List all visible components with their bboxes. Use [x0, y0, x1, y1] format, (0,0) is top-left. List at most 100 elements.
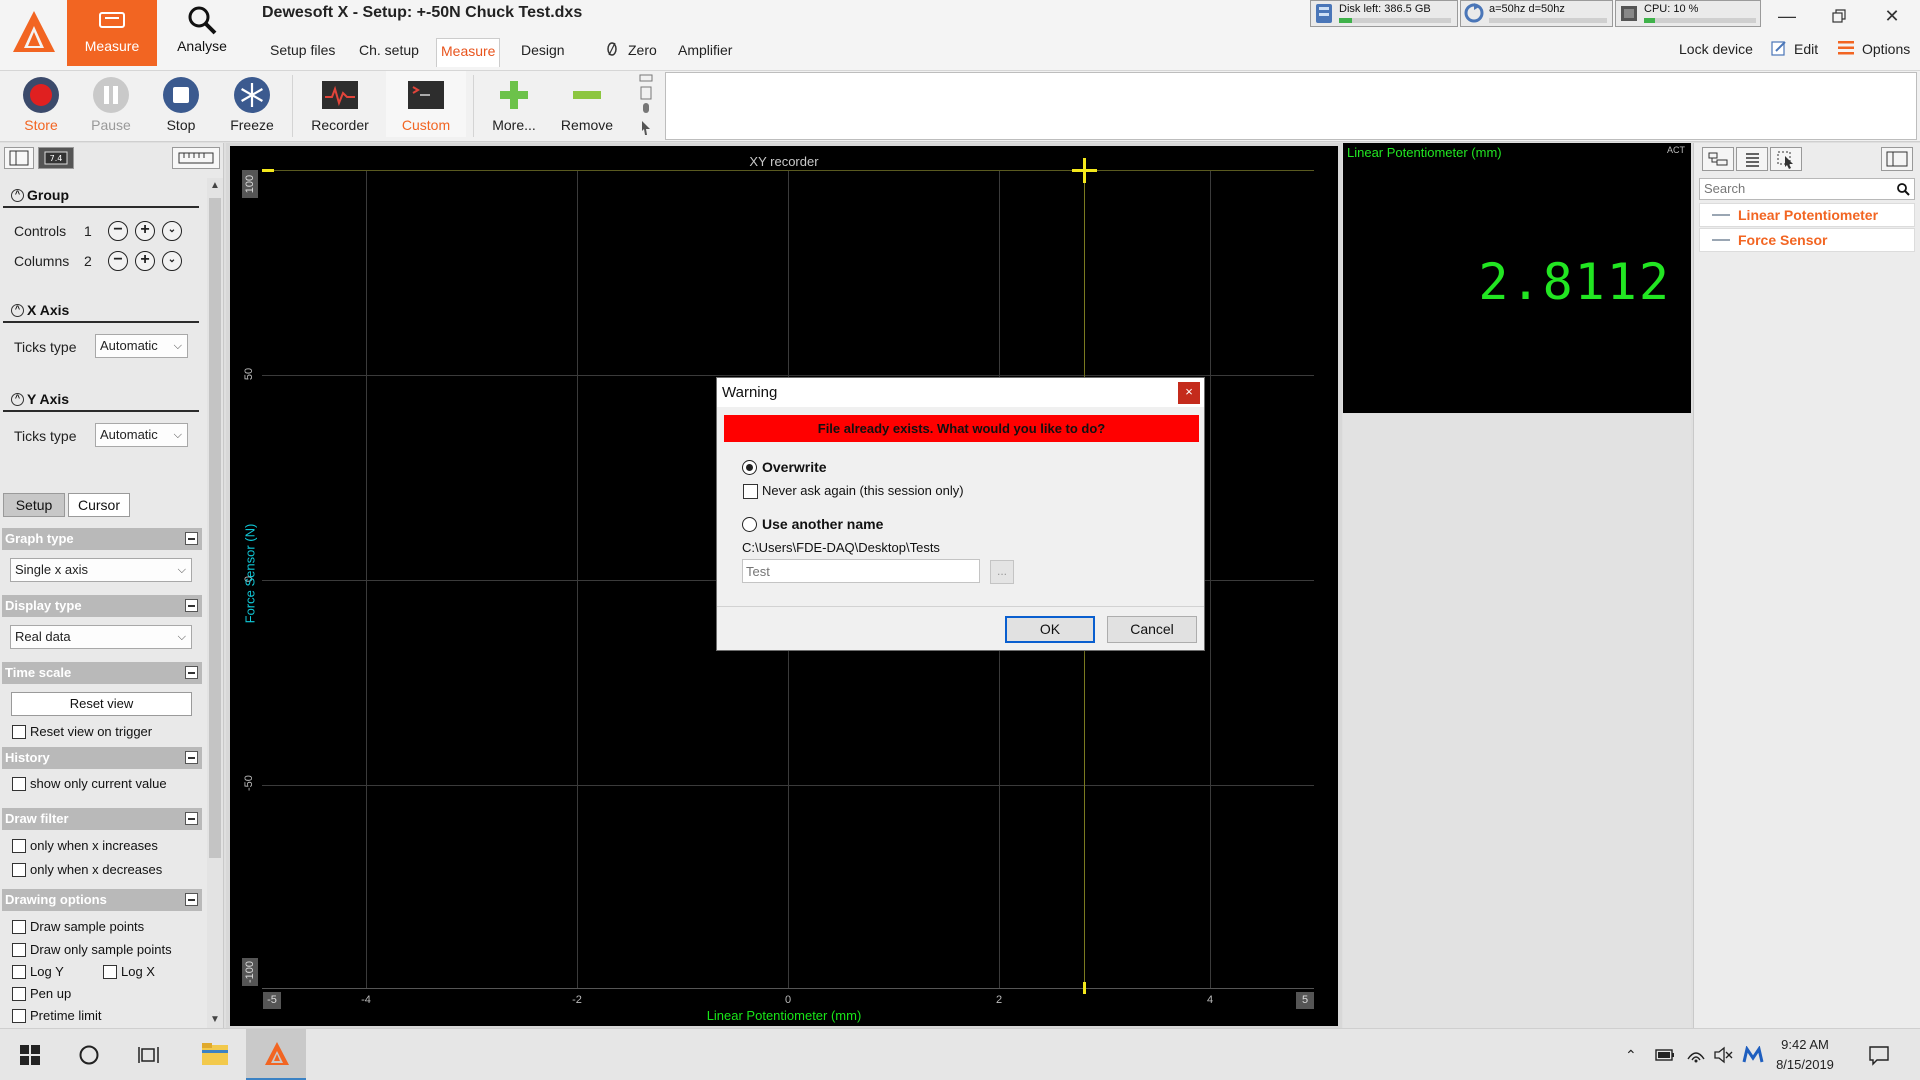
- x-ticks-type-select[interactable]: Automatic ⌵: [95, 334, 188, 358]
- options-button[interactable]: Options: [1862, 41, 1910, 57]
- taskbar-clock[interactable]: 9:42 AM 8/15/2019: [1760, 1035, 1850, 1075]
- wifi-icon[interactable]: [1686, 1045, 1706, 1063]
- columns-increase-button[interactable]: +: [135, 251, 155, 271]
- never-ask-checkbox[interactable]: [743, 484, 758, 499]
- pen-up-checkbox[interactable]: [12, 987, 26, 1001]
- tray-overflow-icon[interactable]: ⌃: [1625, 1047, 1637, 1064]
- dialog-close-button[interactable]: ×: [1178, 382, 1200, 404]
- channel-search-input[interactable]: Search: [1699, 178, 1915, 200]
- y-ticks-type-select[interactable]: Automatic ⌵: [95, 423, 188, 447]
- recorder-button[interactable]: Recorder: [304, 71, 376, 137]
- history-header[interactable]: History: [2, 747, 202, 769]
- analyse-mode-button[interactable]: Analyse: [170, 0, 234, 66]
- scroll-up-icon[interactable]: ▲: [210, 180, 220, 191]
- browse-button[interactable]: ...: [990, 560, 1014, 584]
- sync-icon: [1464, 3, 1484, 23]
- time-scale-header[interactable]: Time scale: [2, 662, 202, 684]
- drawing-options-header[interactable]: Drawing options: [2, 889, 202, 911]
- tab-ch-setup[interactable]: Ch. setup: [355, 41, 423, 63]
- note-tools-icon[interactable]: [638, 73, 654, 139]
- folder-path: C:\Users\FDE-DAQ\Desktop\Tests: [742, 540, 940, 555]
- draw-only-sample-points-checkbox[interactable]: [12, 943, 26, 957]
- close-window-button[interactable]: ✕: [1880, 4, 1904, 28]
- show-current-checkbox[interactable]: [12, 777, 26, 791]
- panel-numeric-button[interactable]: 7.4: [38, 147, 74, 169]
- panel-ruler-button[interactable]: [172, 147, 220, 169]
- channel-panel-toggle[interactable]: [1881, 147, 1913, 171]
- reset-on-trigger-checkbox[interactable]: [12, 725, 26, 739]
- disk-usage-bar: [1339, 18, 1451, 23]
- task-view-button[interactable]: [120, 1029, 178, 1080]
- lock-device-button[interactable]: Lock device: [1679, 41, 1753, 57]
- columns-decrease-button[interactable]: −: [108, 251, 128, 271]
- reset-view-button[interactable]: Reset view: [11, 692, 192, 716]
- volume-muted-icon[interactable]: [1713, 1046, 1733, 1064]
- controls-decrease-button[interactable]: −: [108, 221, 128, 241]
- dewesoft-taskbar-button[interactable]: [246, 1029, 306, 1080]
- tab-measure[interactable]: Measure: [436, 38, 501, 67]
- freeze-button[interactable]: Freeze: [220, 71, 284, 137]
- draw-sample-points-checkbox[interactable]: [12, 920, 26, 934]
- measure-mode-button[interactable]: Measure: [67, 0, 157, 66]
- pause-button[interactable]: Pause: [80, 71, 142, 137]
- draw-filter-header[interactable]: Draw filter: [2, 808, 202, 830]
- cancel-button[interactable]: Cancel: [1107, 616, 1197, 643]
- collapse-icon: ^: [11, 189, 24, 202]
- ok-button[interactable]: OK: [1005, 616, 1095, 643]
- columns-dropdown-button[interactable]: ⌄: [162, 251, 182, 271]
- graph-type-header[interactable]: Graph type: [2, 528, 202, 550]
- x-increases-checkbox[interactable]: [12, 839, 26, 853]
- display-type-header[interactable]: Display type: [2, 595, 202, 617]
- panel-layout-button[interactable]: [4, 147, 34, 169]
- tab-setup-files[interactable]: Setup files: [266, 41, 339, 63]
- stop-button[interactable]: Stop: [150, 71, 212, 137]
- restore-button[interactable]: [1827, 4, 1851, 28]
- amplifier-button[interactable]: Amplifier: [674, 41, 736, 63]
- channel-select-button[interactable]: [1770, 147, 1802, 171]
- channel-item[interactable]: Linear Potentiometer: [1699, 203, 1915, 227]
- controls-increase-button[interactable]: +: [135, 221, 155, 241]
- display-type-select[interactable]: Real data ⌵: [10, 625, 192, 649]
- file-name-input[interactable]: [742, 559, 980, 583]
- another-name-label: Use another name: [762, 516, 884, 532]
- store-button[interactable]: Store: [8, 71, 74, 137]
- edit-button[interactable]: Edit: [1794, 41, 1818, 57]
- search-taskbar-button[interactable]: [60, 1029, 118, 1080]
- channel-item[interactable]: Force Sensor: [1699, 228, 1915, 252]
- tab-design[interactable]: Design: [517, 41, 569, 63]
- more-button[interactable]: More...: [482, 71, 546, 137]
- graph-type-title: Graph type: [5, 531, 74, 546]
- zero-button[interactable]: Zero: [624, 41, 661, 63]
- remove-button[interactable]: Remove: [556, 71, 618, 137]
- minimize-button[interactable]: —: [1775, 4, 1799, 28]
- channel-list-button[interactable]: [1736, 147, 1768, 171]
- log-y-checkbox[interactable]: [12, 965, 26, 979]
- setup-tab[interactable]: Setup: [3, 493, 65, 517]
- scrollbar-thumb[interactable]: [209, 198, 221, 858]
- channel-tree-button[interactable]: [1702, 147, 1734, 171]
- y-axis-section-header[interactable]: ^ Y Axis: [3, 388, 199, 412]
- custom-button[interactable]: Custom: [386, 71, 466, 137]
- y-tick-label: 50: [243, 367, 255, 381]
- cursor-crosshair-icon[interactable]: [1071, 158, 1097, 183]
- another-name-radio[interactable]: [742, 517, 757, 532]
- group-section-header[interactable]: ^ Group: [3, 184, 199, 208]
- channel-item-label: Force Sensor: [1738, 232, 1828, 248]
- x-axis-section-header[interactable]: ^ X Axis: [3, 299, 199, 323]
- scroll-down-icon[interactable]: ▼: [210, 1014, 220, 1025]
- controls-dropdown-button[interactable]: ⌄: [162, 221, 182, 241]
- cursor-tab[interactable]: Cursor: [68, 493, 130, 517]
- overwrite-radio[interactable]: [742, 460, 757, 475]
- x-decreases-checkbox[interactable]: [12, 863, 26, 877]
- log-x-checkbox[interactable]: [103, 965, 117, 979]
- zero-icon: [607, 42, 617, 56]
- digital-meter[interactable]: Linear Potentiometer (mm) ACT 2.8112: [1343, 143, 1691, 413]
- notes-area[interactable]: [665, 72, 1917, 140]
- file-explorer-button[interactable]: [186, 1029, 244, 1080]
- notification-icon[interactable]: [1868, 1044, 1890, 1066]
- graph-type-select[interactable]: Single x axis ⌵: [10, 558, 192, 582]
- panel-scrollbar[interactable]: ▲ ▼: [207, 178, 223, 1028]
- pretime-limit-checkbox[interactable]: [12, 1009, 26, 1023]
- battery-icon[interactable]: [1655, 1048, 1675, 1062]
- start-button[interactable]: [0, 1029, 58, 1080]
